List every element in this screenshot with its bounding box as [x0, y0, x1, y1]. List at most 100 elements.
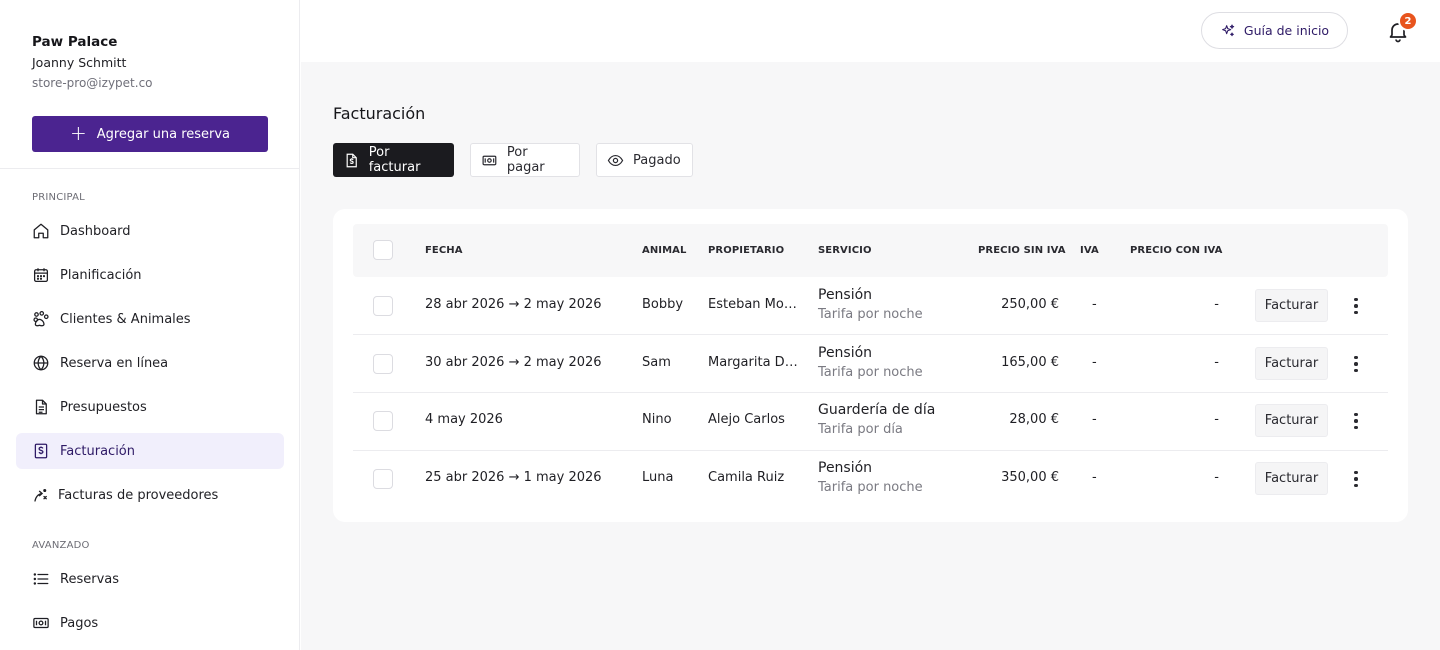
guide-label: Guía de inicio [1243, 23, 1330, 38]
plus-icon: + [69, 121, 87, 145]
add-reservation-label: Agregar una reserva [96, 126, 231, 142]
header-precio-sin-iva: PRECIO SIN IVA [978, 245, 1066, 256]
cell-price: 350,00 € [1001, 470, 1059, 485]
eye-icon [607, 154, 624, 166]
add-reservation-button[interactable]: + Agregar una reserva [32, 116, 268, 152]
cell-tax: - [1092, 355, 1097, 370]
cell-service: Pensión Tarifa por noche [818, 345, 923, 380]
sidebar-item-label: Facturas de proveedores [58, 487, 219, 503]
sidebar: Paw Palace Joanny Schmitt store-pro@izyp… [0, 0, 300, 650]
more-options-icon[interactable] [1347, 353, 1365, 375]
sidebar-item-presupuestos[interactable]: Presupuestos [16, 389, 284, 425]
document-icon [35, 399, 47, 415]
cell-price: 165,00 € [1001, 355, 1059, 370]
service-rate: Tarifa por noche [818, 365, 923, 380]
cell-total: - [1214, 470, 1219, 485]
table-row[interactable]: 30 abr 2026 → 2 may 2026 Sam Margarita D… [353, 335, 1388, 393]
page-title: Facturación [333, 104, 426, 123]
tab-label: Por facturar [368, 145, 421, 175]
money-icon [33, 617, 49, 629]
header-animal: ANIMAL [642, 245, 687, 256]
cell-date: 4 may 2026 [425, 412, 503, 427]
select-all-checkbox[interactable] [373, 240, 393, 260]
header-iva: IVA [1080, 245, 1099, 256]
invoice-icon [34, 443, 48, 459]
service-rate: Tarifa por día [818, 422, 903, 437]
row-checkbox[interactable] [373, 296, 393, 316]
service-name: Pensión [818, 345, 873, 361]
sidebar-item-reservas[interactable]: Reservas [16, 561, 284, 597]
notification-badge: 2 [1398, 11, 1418, 31]
cell-total: - [1214, 297, 1219, 312]
cell-animal: Sam [642, 355, 671, 370]
globe-icon [33, 355, 49, 371]
sidebar-item-label: Presupuestos [60, 399, 147, 415]
row-checkbox[interactable] [373, 354, 393, 374]
cell-total: - [1214, 412, 1219, 427]
sidebar-item-facturas-proveedores[interactable]: Facturas de proveedores [16, 477, 284, 513]
user-name: Joanny Schmitt [32, 55, 127, 70]
sidebar-item-label: Clientes & Animales [60, 311, 191, 327]
cell-date: 30 abr 2026 → 2 may 2026 [425, 355, 602, 370]
sidebar-item-dashboard[interactable]: Dashboard [16, 213, 284, 249]
calendar-icon [33, 268, 49, 283]
cell-owner: Margarita Dí… [708, 355, 800, 370]
tab-pagado[interactable]: Pagado [596, 143, 693, 177]
service-name: Pensión [818, 287, 873, 303]
cell-animal: Bobby [642, 297, 684, 312]
header-propietario: PROPIETARIO [708, 245, 785, 256]
sidebar-item-facturacion[interactable]: Facturación [16, 433, 284, 469]
facturar-button[interactable]: Facturar [1255, 347, 1328, 380]
service-name: Pensión [818, 460, 873, 476]
table-row[interactable]: 25 abr 2026 → 1 may 2026 Luna Camila Rui… [353, 451, 1388, 509]
main-content: Facturación Por facturar Por pagar Pagad… [301, 62, 1440, 650]
tab-por-facturar[interactable]: Por facturar [333, 143, 454, 177]
cell-price: 28,00 € [1009, 412, 1059, 427]
store-name: Paw Palace [32, 34, 118, 50]
section-title-avanzado: AVANZADO [32, 540, 90, 551]
service-rate: Tarifa por noche [818, 307, 923, 322]
invoice-icon [346, 153, 357, 167]
money-icon [482, 155, 497, 165]
cell-owner: Esteban Mor… [708, 297, 800, 312]
sidebar-item-pagos[interactable]: Pagos [16, 605, 284, 641]
table-header: FECHA ANIMAL PROPIETARIO SERVICIO PRECIO… [353, 224, 1388, 277]
cell-service: Guardería de día Tarifa por día [818, 402, 935, 437]
sidebar-item-label: Planificación [60, 267, 142, 283]
cell-price: 250,00 € [1001, 297, 1059, 312]
more-options-icon[interactable] [1347, 410, 1365, 432]
row-checkbox[interactable] [373, 469, 393, 489]
cell-date: 28 abr 2026 → 2 may 2026 [425, 297, 602, 312]
sidebar-divider [0, 168, 300, 169]
user-email: store-pro@izypet.co [32, 76, 153, 90]
sidebar-item-label: Reserva en línea [60, 355, 169, 371]
facturar-button[interactable]: Facturar [1255, 462, 1328, 495]
guide-button[interactable]: Guía de inicio [1201, 12, 1348, 49]
cell-tax: - [1092, 297, 1097, 312]
sidebar-item-label: Reservas [60, 571, 119, 587]
home-icon [33, 223, 49, 239]
sidebar-item-reserva-en-linea[interactable]: Reserva en línea [16, 345, 284, 381]
sidebar-item-planificacion[interactable]: Planificación [16, 257, 284, 293]
cell-total: - [1214, 355, 1219, 370]
more-options-icon[interactable] [1347, 295, 1365, 317]
row-checkbox[interactable] [373, 411, 393, 431]
supplier-icon [34, 488, 47, 502]
account-info: Paw Palace Joanny Schmitt store-pro@izyp… [32, 34, 153, 90]
facturar-button[interactable]: Facturar [1255, 404, 1328, 437]
sidebar-item-clientes[interactable]: Clientes & Animales [16, 301, 284, 337]
service-rate: Tarifa por noche [818, 480, 923, 495]
sidebar-item-label: Pagos [60, 615, 99, 631]
sparkles-icon [1222, 23, 1235, 36]
cell-tax: - [1092, 412, 1097, 427]
tab-por-pagar[interactable]: Por pagar [470, 143, 580, 177]
cell-date: 25 abr 2026 → 1 may 2026 [425, 470, 602, 485]
table-row[interactable]: 28 abr 2026 → 2 may 2026 Bobby Esteban M… [353, 277, 1388, 335]
table-row[interactable]: 4 may 2026 Nino Alejo Carlos Guardería d… [353, 393, 1388, 451]
facturar-button[interactable]: Facturar [1255, 289, 1328, 322]
section-title-principal: PRINCIPAL [32, 192, 85, 203]
cell-tax: - [1092, 470, 1097, 485]
billing-table-card: FECHA ANIMAL PROPIETARIO SERVICIO PRECIO… [333, 209, 1408, 522]
sidebar-item-label: Facturación [60, 443, 135, 459]
more-options-icon[interactable] [1347, 468, 1365, 490]
